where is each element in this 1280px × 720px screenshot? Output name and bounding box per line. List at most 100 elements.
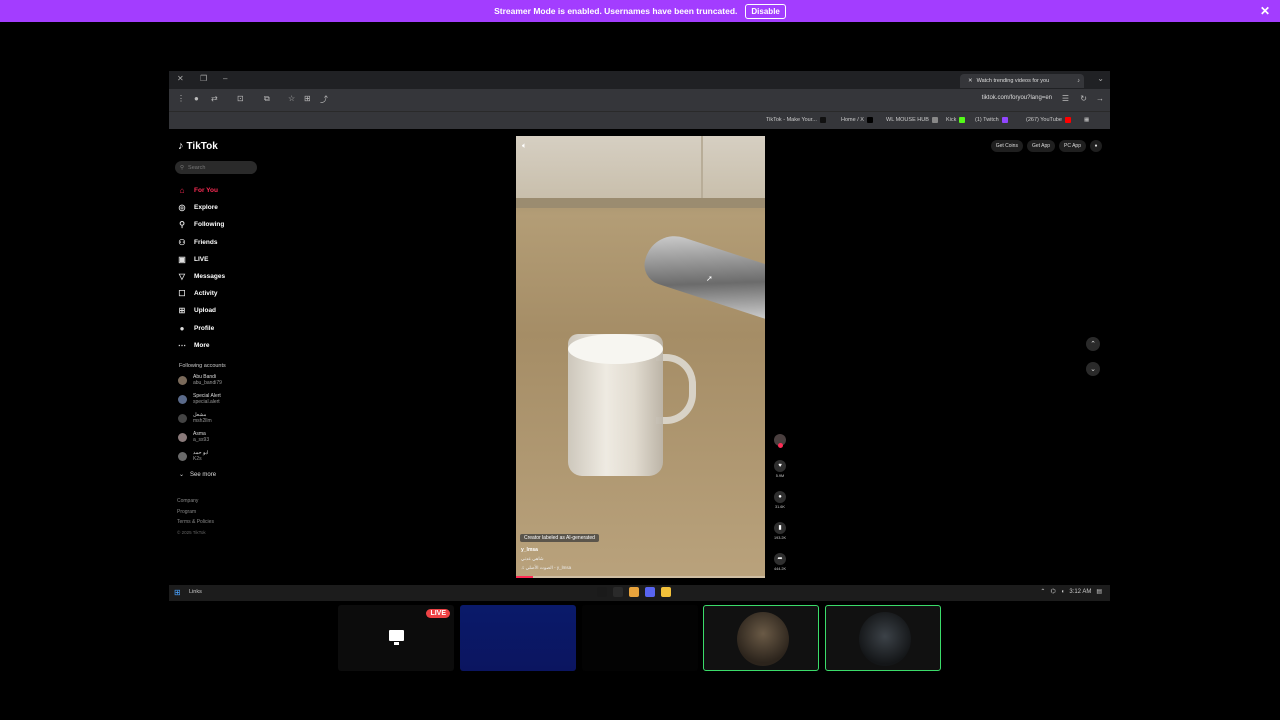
lock-icon[interactable]: ⊡ — [237, 94, 244, 103]
all-bookmarks-icon[interactable]: ▦ — [1084, 117, 1089, 123]
menu-dots-icon[interactable]: ⋮ — [177, 94, 185, 103]
profile-icon[interactable]: ● — [194, 94, 199, 103]
account-text: Special Alert special.alert — [193, 393, 221, 405]
taskbar-app-icon[interactable] — [613, 587, 623, 597]
browser-tab[interactable]: ✕ Watch trending videos for you ♪ — [960, 74, 1084, 88]
sidebar-item-live[interactable]: ▣ LIVE — [177, 251, 225, 268]
sidebar-item-explore[interactable]: ◎ Explore — [177, 199, 225, 216]
footer-link-company[interactable]: Company — [177, 496, 214, 507]
comment-button[interactable]: ● 31.6K — [772, 491, 788, 509]
profile-avatar-icon[interactable]: ● — [1090, 140, 1102, 152]
live-icon: ▣ — [178, 254, 186, 264]
bookmark-item[interactable]: WL MOUSE HUB — [886, 117, 938, 123]
previous-video-button[interactable]: ⌃ — [1086, 337, 1100, 351]
cast-icon[interactable]: ⊞ — [304, 94, 311, 103]
star-icon[interactable]: ☆ — [288, 94, 295, 103]
sidebar-item-profile[interactable]: ● Profile — [177, 320, 225, 337]
disable-streamer-mode-button[interactable]: Disable — [745, 3, 786, 19]
next-video-button[interactable]: ⌄ — [1086, 362, 1100, 376]
video-author[interactable]: y_lmsa — [521, 547, 538, 553]
get-coins-button[interactable]: Get Coins — [990, 140, 1023, 152]
avatar — [178, 413, 187, 423]
participant-tile[interactable] — [460, 605, 576, 671]
streamer-mode-banner: Streamer Mode is enabled. Usernames have… — [0, 0, 1280, 22]
like-count: 5.9M — [775, 474, 785, 478]
windows-start-icon[interactable]: ⊞ — [174, 588, 181, 597]
follow-plus-icon[interactable] — [777, 443, 783, 448]
discord-icon[interactable] — [645, 587, 655, 597]
video-music[interactable]: ♫ الصوت الأصلي - y_lmsa — [521, 565, 571, 571]
screenshot-icon[interactable]: ⧉ — [264, 94, 270, 104]
extension-icon[interactable]: ⇄ — [211, 94, 218, 103]
banner-close-icon[interactable]: ✕ — [1260, 4, 1270, 18]
compass-icon: ◎ — [178, 203, 186, 213]
tab-search-icon[interactable]: ⌄ — [1097, 74, 1104, 83]
clock[interactable]: 3:12 AM — [1069, 589, 1091, 595]
site-settings-icon[interactable]: ☰ — [1062, 94, 1069, 103]
bookmark-favicon-icon — [931, 117, 938, 123]
participant-tile-speaking[interactable] — [703, 605, 819, 671]
chrome-icon[interactable] — [629, 587, 639, 597]
sidebar-item-label: LIVE — [194, 255, 209, 263]
tray-chevron-icon[interactable]: ⌃ — [1040, 588, 1045, 595]
sidebar-item-friends[interactable]: ⚇ Friends — [177, 234, 225, 251]
tiktok-logo[interactable]: ♪ TikTok — [178, 140, 218, 152]
more-icon: ⋯ — [178, 340, 186, 350]
like-icon: ♥ — [774, 460, 786, 472]
bookmark-item[interactable]: TikTok - Make Your... — [766, 117, 826, 123]
url-field[interactable]: tiktok.com/foryou?lang=en — [982, 95, 1052, 101]
bookmark-item[interactable]: Kick — [946, 117, 966, 123]
sidebar-item-following[interactable]: ⚲ Following — [177, 216, 225, 233]
like-button[interactable]: ♥ 5.9M — [772, 460, 788, 478]
video-player[interactable]: 🔈︎ ➚ Creator labeled as AI-generated y_l… — [516, 136, 765, 578]
window-close-icon[interactable]: ✕ — [177, 74, 184, 83]
following-account-item[interactable]: Asma a_ss93 — [178, 431, 209, 443]
participant-tile-speaking[interactable] — [825, 605, 941, 671]
account-handle: K2s — [193, 456, 202, 462]
sidebar-item-more[interactable]: ⋯ More — [177, 337, 225, 354]
bookmark-item[interactable]: (267) YouTube — [1026, 117, 1071, 123]
share-button[interactable]: ➦ 444.2K — [772, 553, 788, 571]
video-progress-bar[interactable] — [516, 576, 765, 578]
bookmark-favicon-icon — [1064, 117, 1071, 123]
volume-icon[interactable]: ◖ — [1061, 589, 1065, 595]
mute-icon[interactable]: 🔈︎ — [522, 141, 527, 151]
bookmark-item[interactable]: Home / X — [841, 117, 873, 123]
taskbar-app-icon[interactable] — [597, 587, 607, 597]
sidebar-item-activity[interactable]: ☐ Activity — [177, 285, 225, 302]
sidebar-item-label: For You — [194, 187, 218, 195]
reload-icon[interactable]: ↻ — [1080, 94, 1087, 103]
participant-tile-stream[interactable]: LIVE — [338, 605, 454, 671]
following-account-item[interactable]: مشعل msh2llm — [178, 412, 212, 424]
windows-taskbar: ⊞ Links ⌃ ⌬ ◖ 3:12 AM ▤ — [169, 585, 1110, 601]
taskbar-links[interactable]: Links — [189, 589, 202, 595]
network-icon[interactable]: ⌬ — [1050, 588, 1055, 595]
video-frame-teapot — [639, 228, 765, 320]
sidebar-item-for-you[interactable]: ⌂ For You — [177, 182, 225, 199]
get-app-button[interactable]: Get App — [1026, 140, 1056, 152]
sidebar-item-upload[interactable]: ⊞ Upload — [177, 302, 225, 319]
tab-title: Watch trending videos for you — [976, 78, 1050, 84]
bookmark-item[interactable]: (1) Twitch — [975, 117, 1008, 123]
forward-icon[interactable]: → — [1096, 94, 1104, 103]
see-more-button[interactable]: ⌄ See more — [179, 471, 216, 479]
bookmark-button[interactable]: ▮ 193.2K — [772, 522, 788, 540]
window-minimize-icon[interactable]: – — [223, 74, 227, 83]
creator-avatar-button[interactable] — [772, 434, 788, 448]
tab-close-icon[interactable]: ✕ — [968, 78, 973, 84]
footer-link-terms[interactable]: Terms & Policies — [177, 517, 214, 528]
sidebar-item-messages[interactable]: ▽ Messages — [177, 268, 225, 285]
share-icon[interactable]: ⤴ — [320, 94, 328, 105]
footer-link-program[interactable]: Program — [177, 507, 214, 518]
following-account-item[interactable]: ابو حمد K2s — [178, 450, 208, 462]
window-restore-icon[interactable]: ❐ — [200, 74, 207, 83]
participant-tile[interactable] — [582, 605, 698, 671]
system-tray: ⌃ ⌬ ◖ 3:12 AM ▤ — [1040, 588, 1102, 596]
bookmark-label: Home / X — [841, 117, 864, 123]
search-input[interactable]: ⚲ Search — [175, 161, 257, 174]
pc-app-button[interactable]: PC App — [1059, 140, 1086, 152]
file-explorer-icon[interactable] — [661, 587, 671, 597]
following-account-item[interactable]: Special Alert special.alert — [178, 393, 221, 405]
notification-icon[interactable]: ▤ — [1096, 588, 1102, 595]
following-account-item[interactable]: Abu Bandi abu_bandi79 — [178, 374, 222, 386]
